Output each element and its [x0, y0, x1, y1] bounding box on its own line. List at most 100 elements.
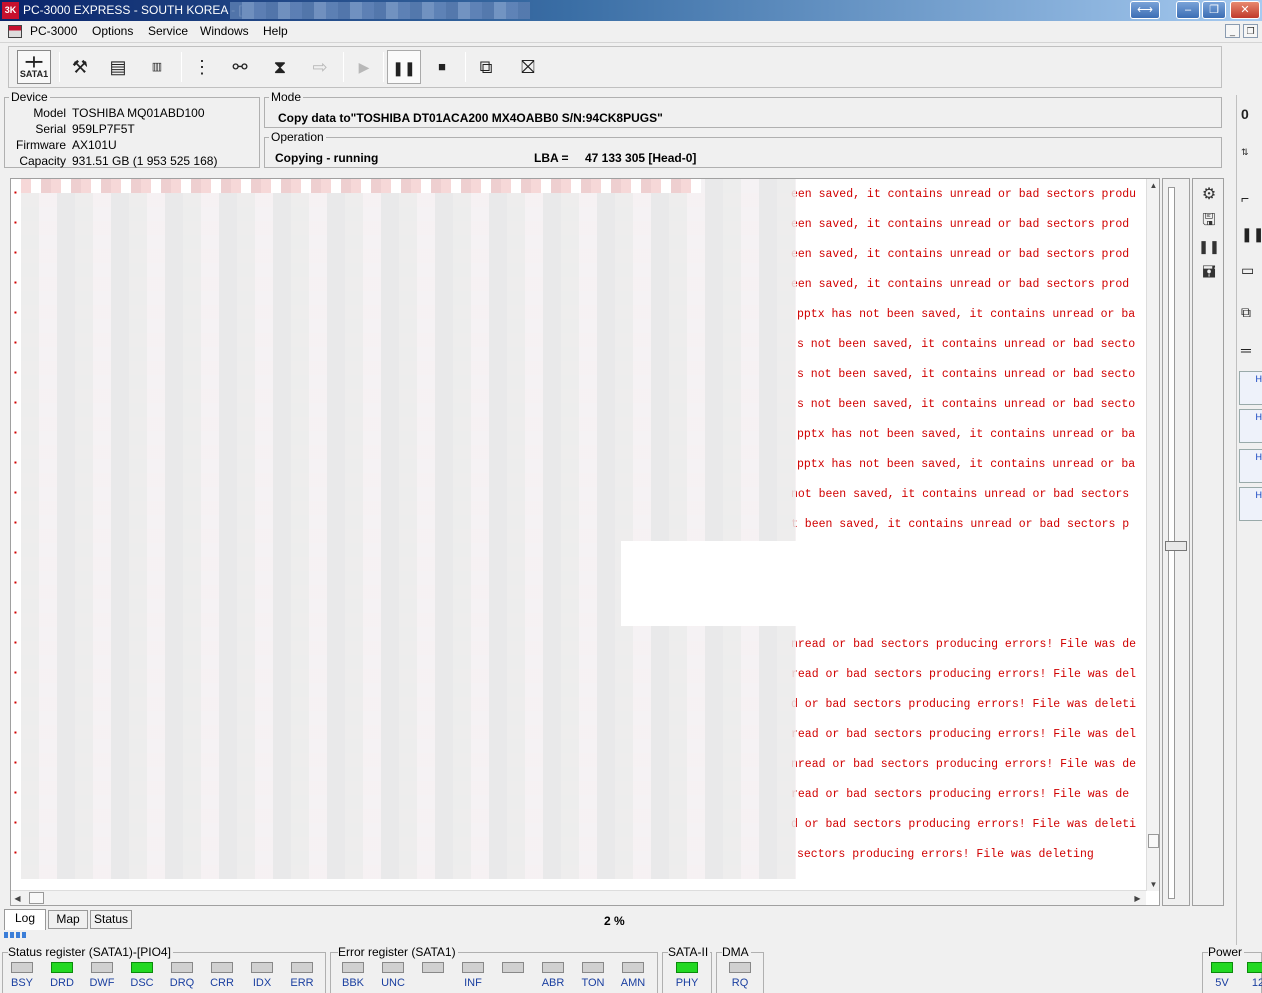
- device-capacity-row: Capacity 931.51 GB (1 953 525 168): [19, 154, 218, 168]
- register-flag-name: DRD: [50, 977, 74, 989]
- register-flag-name: INF: [464, 977, 482, 989]
- copy-icon[interactable]: ⧉: [1241, 301, 1262, 323]
- register-led: [342, 962, 364, 973]
- tab-log[interactable]: Log: [4, 909, 46, 930]
- register-led: [1247, 962, 1262, 973]
- log-vertical-scrollbar[interactable]: ▲ ▼: [1146, 179, 1159, 891]
- log-bullet-icon: ▪: [13, 459, 18, 468]
- log-text: een saved, it contains unread or bad sec…: [791, 278, 1130, 291]
- tab-map[interactable]: Map: [48, 910, 88, 929]
- log-bullet-icon: ▪: [13, 819, 18, 828]
- reset-icon[interactable]: ⇅: [1241, 141, 1262, 163]
- close-button[interactable]: ✕: [1230, 1, 1260, 19]
- register-led: [51, 962, 73, 973]
- head-icon-1[interactable]: H: [1239, 371, 1262, 405]
- title-bar: 3K PC-3000 EXPRESS - SOUTH KOREA - [ ⟷ –…: [0, 0, 1262, 21]
- register-flag-name: ERR: [290, 977, 314, 989]
- minimize-button[interactable]: –: [1176, 1, 1200, 19]
- scroll-down-icon[interactable]: ▼: [1147, 878, 1159, 891]
- save-as-icon[interactable]: 🖬: [1197, 261, 1221, 285]
- save-icon[interactable]: 🖫: [1197, 209, 1221, 233]
- log-bullet-icon: ▪: [13, 309, 18, 318]
- menu-windows[interactable]: Windows: [200, 24, 249, 38]
- toolbar: ━╋━ SATA1 ⚒ ▤ ▥ ⋮ ⚯ ⧗ ⇨ ▶ ❚❚ ■ ⧉ ⛝: [8, 46, 1222, 88]
- head-icon-2[interactable]: H: [1239, 409, 1262, 443]
- app-menu-icon[interactable]: [8, 25, 22, 38]
- menu-pc3000[interactable]: PC-3000: [30, 24, 77, 38]
- scroll-up-icon[interactable]: ▲: [1147, 179, 1159, 192]
- logic-icon[interactable]: ▤: [101, 50, 135, 84]
- log-panel[interactable]: ▪ een saved, it contains unread or bad se…: [10, 178, 1160, 906]
- log-horizontal-scrollbar[interactable]: ◀ ▶: [11, 890, 1146, 905]
- register-led: [582, 962, 604, 973]
- log-text: read or bad sectors producing errors! Fi…: [791, 788, 1130, 801]
- register-led: [622, 962, 644, 973]
- sata2-label: SATA-II: [668, 945, 711, 959]
- lba-label: LBA =: [534, 151, 569, 165]
- log-bullet-icon: ▪: [13, 609, 18, 618]
- device-icon[interactable]: ▭: [1241, 259, 1262, 281]
- log-text: s not been saved, it contains unread or …: [797, 338, 1136, 351]
- map-settings-icon[interactable]: ⚙: [1197, 183, 1221, 207]
- percent-icon[interactable]: ▥: [140, 50, 174, 84]
- menu-help[interactable]: Help: [263, 24, 288, 38]
- log-bullet-icon: ▪: [13, 789, 18, 798]
- compress-icon[interactable]: ⧗: [263, 50, 297, 84]
- binoculars-icon[interactable]: ⚯: [223, 50, 257, 84]
- copy-windows-icon[interactable]: ⧉: [469, 50, 503, 84]
- scroll-thumb[interactable]: [1148, 834, 1159, 848]
- pause-small-icon[interactable]: ❚❚: [1241, 223, 1262, 245]
- play-icon[interactable]: ▶: [347, 50, 381, 84]
- mdi-restore-button[interactable]: ❐: [1243, 24, 1258, 38]
- pause-log-icon[interactable]: ❚❚: [1197, 235, 1221, 259]
- redacted-log-region: [21, 179, 796, 879]
- menu-options[interactable]: Options: [92, 24, 133, 38]
- head-icon-3[interactable]: H: [1239, 449, 1262, 483]
- register-flag-name: CRR: [210, 977, 234, 989]
- menu-service[interactable]: Service: [148, 24, 188, 38]
- register-led: [422, 962, 444, 973]
- stop-icon[interactable]: ■: [425, 50, 459, 84]
- device-legend: Device: [11, 90, 48, 104]
- maximize-button[interactable]: ❐: [1202, 1, 1226, 19]
- head-icon-4[interactable]: H: [1239, 487, 1262, 521]
- connector-icon[interactable]: ⌐: [1241, 187, 1262, 209]
- log-text: s not been saved, it contains unread or …: [797, 368, 1136, 381]
- log-text: d or bad sectors producing errors! File …: [791, 698, 1137, 711]
- device-model-row: Model TOSHIBA MQ01ABD100: [33, 106, 205, 120]
- log-text: een saved, it contains unread or bad sec…: [791, 218, 1130, 231]
- tools-icon[interactable]: ⚒: [63, 50, 97, 84]
- h-scroll-thumb[interactable]: [29, 892, 44, 904]
- zero-icon[interactable]: 0: [1241, 103, 1262, 125]
- register-led: [291, 962, 313, 973]
- operation-group: Operation: [264, 130, 1222, 168]
- right-tool-strip: 0 ⇅ ⌐ ❚❚ ▭ ⧉ ═ H H H H: [1236, 95, 1262, 945]
- pause-icon[interactable]: ❚❚: [387, 50, 421, 84]
- register-flag-name: UNC: [381, 977, 405, 989]
- register-flag-name: 5V: [1215, 977, 1229, 989]
- register-led: [171, 962, 193, 973]
- register-flag-name: IDX: [252, 977, 272, 989]
- export-icon[interactable]: ⇨: [303, 50, 337, 84]
- log-bullet-icon: ▪: [13, 219, 18, 228]
- scroll-right-icon[interactable]: ▶: [1131, 892, 1144, 905]
- register-flag-name: DWF: [89, 977, 115, 989]
- position-slider-knob[interactable]: [1165, 541, 1187, 551]
- position-slider-panel: [1162, 178, 1190, 906]
- exit-icon[interactable]: ⛝: [511, 50, 545, 84]
- tab-status[interactable]: Status: [90, 910, 132, 929]
- dma-label: DMA: [722, 945, 751, 959]
- log-bullet-icon: ▪: [13, 399, 18, 408]
- power-label: Power: [1208, 945, 1245, 959]
- log-bullet-icon: ▪: [13, 699, 18, 708]
- tree-icon[interactable]: ⋮: [185, 50, 219, 84]
- cable-icon[interactable]: ═: [1241, 339, 1262, 361]
- app-logo-icon: 3K: [2, 2, 19, 19]
- register-flag-name: BSY: [10, 977, 33, 989]
- sata-port-button[interactable]: ━╋━ SATA1: [17, 50, 51, 84]
- error-register-label: Error register (SATA1): [338, 945, 458, 959]
- log-bullet-icon: ▪: [13, 669, 18, 678]
- resize-icon[interactable]: ⟷: [1130, 1, 1160, 19]
- mdi-minimize-button[interactable]: _: [1225, 24, 1240, 38]
- scroll-left-icon[interactable]: ◀: [11, 892, 24, 905]
